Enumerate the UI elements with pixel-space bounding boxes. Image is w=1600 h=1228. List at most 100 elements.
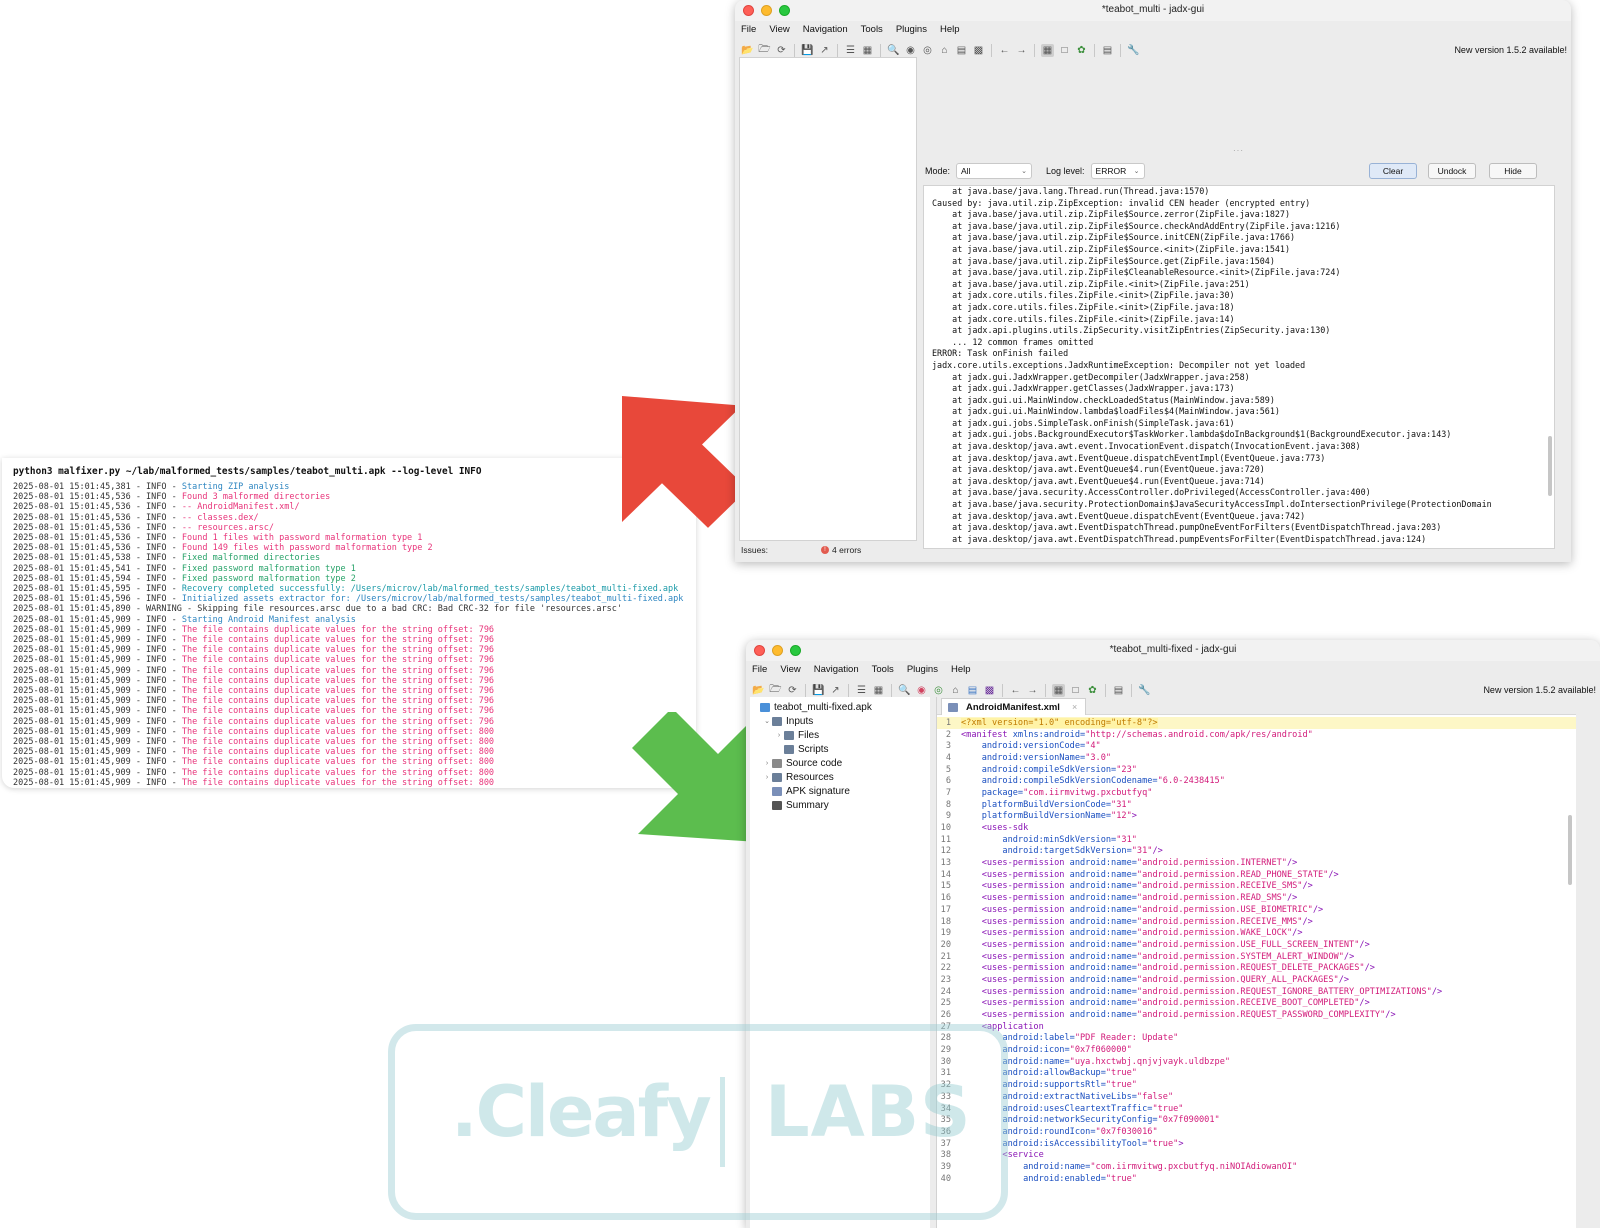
code-token: "true" [1147, 1138, 1179, 1149]
chevron-right-icon[interactable]: › [762, 774, 772, 781]
code-token: <uses-permission [961, 998, 1065, 1009]
tree-item[interactable]: › Resources [750, 770, 930, 784]
quark-icon[interactable]: ▦ [1052, 684, 1065, 697]
splitter-handle-icon[interactable]: ··· [1233, 146, 1244, 155]
log-output[interactable]: at java.base/java.lang.Thread.run(Thread… [923, 185, 1555, 549]
bookmark-icon[interactable]: □ [1069, 684, 1082, 697]
search-icon[interactable]: 🔍 [898, 684, 911, 697]
log-line: at jadx.core.utils.files.ZipFile.<init>(… [932, 313, 1235, 324]
back-icon[interactable]: ← [1009, 684, 1022, 697]
menu-plugins[interactable]: Plugins [907, 664, 938, 675]
chevron-right-icon[interactable]: › [774, 732, 784, 739]
log-message: Found 3 malformed directories [181, 492, 331, 503]
code-token: /> [1328, 869, 1339, 880]
tree-item[interactable]: › Files [750, 728, 930, 742]
find-class-icon[interactable]: ◉ [904, 44, 917, 57]
back-icon[interactable]: ← [998, 44, 1011, 57]
preferences-icon[interactable]: 🔧 [1127, 44, 1140, 57]
code-token: /> [1359, 939, 1370, 950]
mode-select[interactable]: All ⌄ [956, 163, 1033, 179]
menu-plugins[interactable]: Plugins [896, 24, 927, 35]
forward-icon[interactable]: → [1026, 684, 1039, 697]
menu-view[interactable]: View [780, 664, 800, 675]
preferences-icon[interactable]: 🔧 [1138, 684, 1151, 697]
sync-tree-icon[interactable]: ▦ [872, 684, 885, 697]
folder-icon [772, 716, 782, 726]
save-icon[interactable]: 💾 [812, 684, 825, 697]
line-number: 39 [940, 1161, 951, 1172]
log-panel: ··· Mode: All ⌄ Log level: ERROR ⌄ Clear… [923, 57, 1563, 557]
debug-icon[interactable]: ✿ [1086, 684, 1099, 697]
open-file-icon[interactable]: 📂 [741, 44, 754, 57]
quark-icon[interactable]: ▦ [1041, 44, 1054, 57]
log-icon[interactable]: ▩ [972, 44, 985, 57]
forward-icon[interactable]: → [1015, 44, 1028, 57]
add-file-icon[interactable]: 🗁 [758, 44, 771, 57]
menu-navigation[interactable]: Navigation [803, 24, 848, 35]
flatten-icon[interactable]: ☰ [844, 44, 857, 57]
log-timestamp: 2025-08-01 15:01:45,909 - INFO - [13, 747, 182, 758]
log-timestamp: 2025-08-01 15:01:45,536 - INFO - [13, 543, 182, 554]
tree-item[interactable]: Scripts [750, 742, 930, 756]
export-icon[interactable]: ↗ [818, 44, 831, 57]
find-usage-icon[interactable]: ◎ [921, 44, 934, 57]
new-version-notice[interactable]: New version 1.5.2 available! [1454, 45, 1567, 55]
log-icon[interactable]: ▩ [983, 684, 996, 697]
debug-icon[interactable]: ✿ [1075, 44, 1088, 57]
tree-item[interactable]: teabot_multi-fixed.apk [750, 700, 930, 714]
error-count[interactable]: 4 errors [832, 545, 861, 555]
deobf-icon[interactable]: ▤ [955, 44, 968, 57]
menu-tools[interactable]: Tools [861, 24, 883, 35]
open-file-icon[interactable]: 📂 [752, 684, 765, 697]
window-title: *teabot_multi - jadx-gui [1101, 4, 1205, 15]
chevron-down-icon[interactable]: ⌄ [762, 717, 772, 725]
export-icon[interactable]: ↗ [829, 684, 842, 697]
project-tree[interactable]: teabot_multi-fixed.apk ⌄ Inputs › Files Scrip… [750, 697, 930, 1228]
log-scrollbar[interactable] [1548, 436, 1552, 496]
menu-view[interactable]: View [769, 24, 789, 35]
code-line: 31 android:allowBackup= "true" [937, 1068, 1576, 1080]
flatten-icon[interactable]: ☰ [855, 684, 868, 697]
add-file-icon[interactable]: 🗁 [769, 684, 782, 697]
terminal-line: 2025-08-01 15:01:45,909 - INFO - The fil… [13, 778, 696, 788]
chevron-right-icon[interactable]: › [762, 760, 772, 767]
search-icon[interactable]: 🔍 [887, 44, 900, 57]
find-class-icon[interactable]: ◉ [915, 684, 928, 697]
close-tab-icon[interactable]: × [1072, 702, 1077, 712]
reload-icon[interactable]: ⟳ [775, 44, 788, 57]
tree-item[interactable]: › Source code [750, 756, 930, 770]
bookmark-icon[interactable]: □ [1058, 44, 1071, 57]
menu-file[interactable]: File [741, 24, 756, 35]
code-scrollbar[interactable] [1568, 815, 1572, 885]
home-icon[interactable]: ⌂ [938, 44, 951, 57]
menu-help[interactable]: Help [951, 664, 971, 675]
clear-button[interactable]: Clear [1369, 163, 1417, 179]
find-usage-icon[interactable]: ◎ [932, 684, 945, 697]
home-icon[interactable]: ⌂ [949, 684, 962, 697]
log-viewer-icon[interactable]: ▤ [1112, 684, 1125, 697]
menu-navigation[interactable]: Navigation [814, 664, 859, 675]
tree-item[interactable]: APK signature [750, 784, 930, 798]
menu-help[interactable]: Help [940, 24, 960, 35]
undock-button[interactable]: Undock [1428, 163, 1476, 179]
tab-androidmanifest[interactable]: AndroidManifest.xml × [941, 698, 1087, 715]
log-timestamp: 2025-08-01 15:01:45,909 - INFO - [13, 645, 182, 656]
tree-item-label: Inputs [786, 715, 814, 727]
menu-tools[interactable]: Tools [872, 664, 894, 675]
log-level-select[interactable]: ERROR ⌄ [1090, 163, 1145, 179]
deobf-icon[interactable]: ▤ [966, 684, 979, 697]
save-icon[interactable]: 💾 [801, 44, 814, 57]
code-view[interactable]: 1 <?xml version="1.0" encoding="utf-8"?> 2… [937, 715, 1576, 1185]
issues-label: Issues: [741, 544, 768, 555]
reload-icon[interactable]: ⟳ [786, 684, 799, 697]
menu-file[interactable]: File [752, 664, 767, 675]
log-message: Starting Android Manifest analysis [181, 614, 356, 625]
sync-tree-icon[interactable]: ▦ [861, 44, 874, 57]
log-viewer-icon[interactable]: ▤ [1101, 44, 1114, 57]
log-line: Caused by: java.util.zip.ZipException: i… [932, 197, 1311, 208]
new-version-notice[interactable]: New version 1.5.2 available! [1483, 685, 1596, 695]
tree-item[interactable]: ⌄ Inputs [750, 714, 930, 728]
hide-button[interactable]: Hide [1489, 163, 1537, 179]
log-timestamp: 2025-08-01 15:01:45,536 - INFO - [13, 522, 182, 533]
tree-item[interactable]: Summary [750, 798, 930, 812]
